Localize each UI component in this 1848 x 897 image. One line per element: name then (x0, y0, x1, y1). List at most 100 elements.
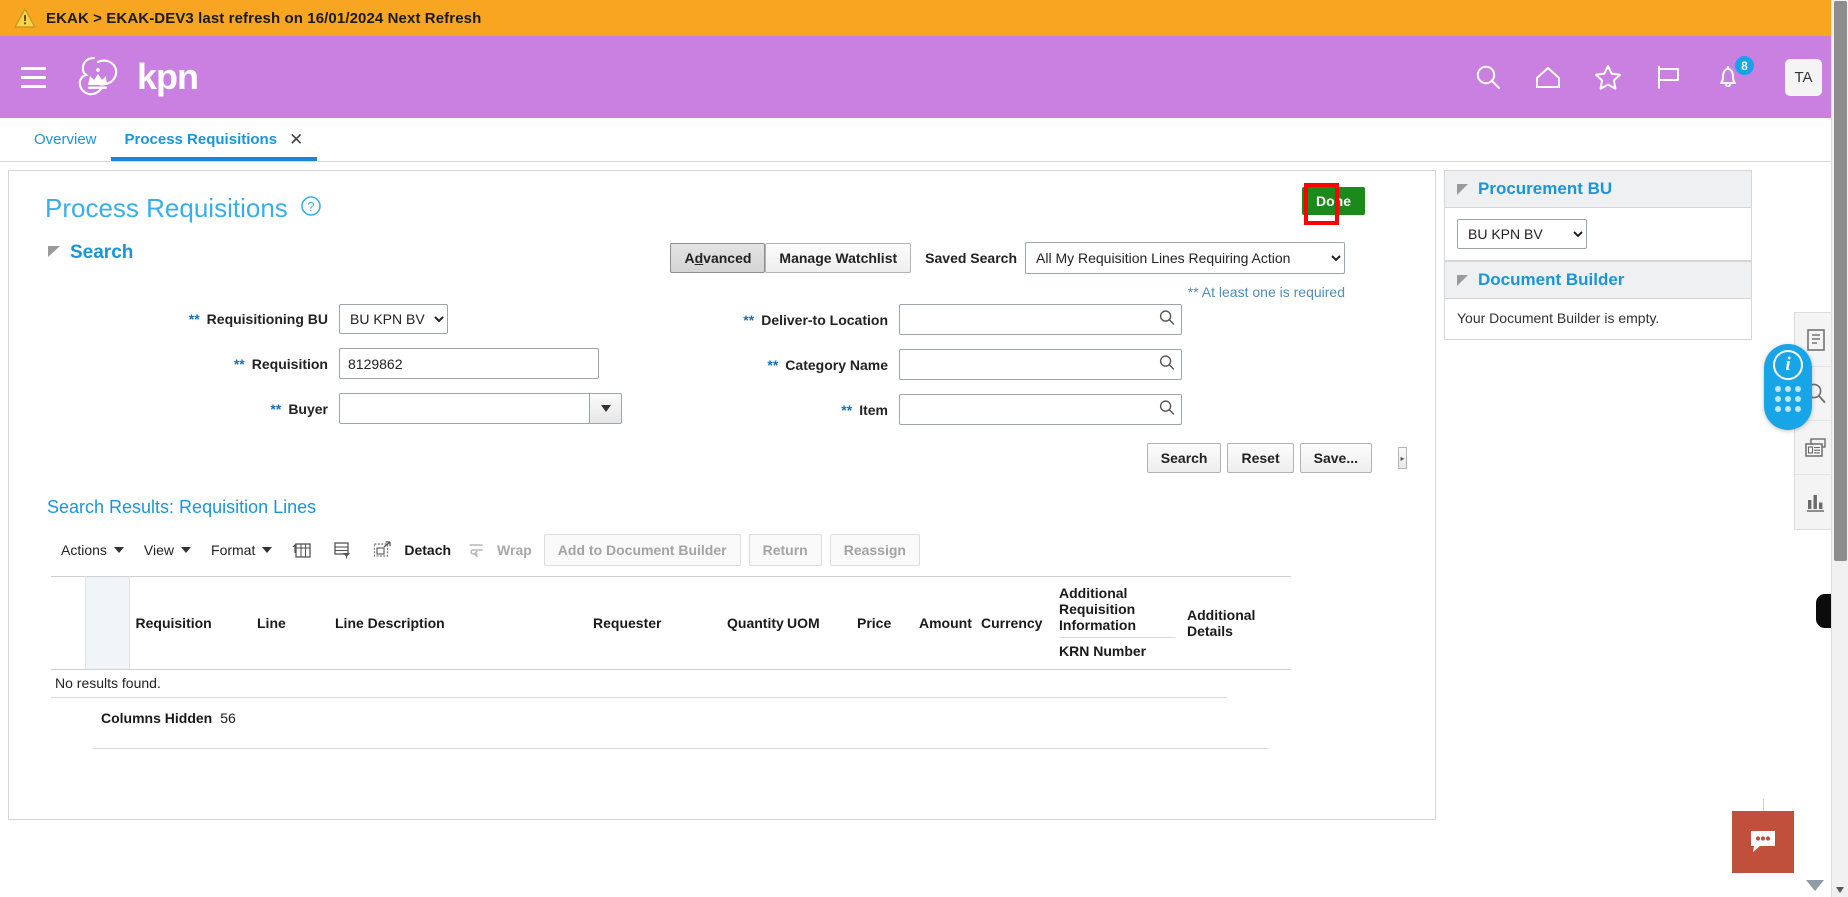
filter-icon[interactable] (322, 536, 362, 564)
flag-icon[interactable] (1651, 60, 1685, 94)
field-item: ** Item (629, 394, 1249, 425)
panel-splitter-handle[interactable]: ▸ (1398, 447, 1407, 469)
field-label: Buyer (288, 400, 328, 417)
flag-column-header (85, 576, 130, 670)
field-label: Requisitioning BU (206, 311, 328, 327)
header-icon-group: 8 TA (1471, 55, 1822, 96)
page-title-row: Process Requisitions ? Done (9, 171, 1435, 225)
manage-watchlist-button[interactable]: Manage Watchlist (765, 243, 912, 273)
columns-hidden-label: Columns Hidden (101, 710, 213, 726)
column-header-requisition[interactable]: Requisition (129, 576, 251, 670)
view-menu[interactable]: View (134, 536, 201, 564)
column-header-requester[interactable]: Requester (587, 576, 721, 670)
table-bottom-divider (93, 748, 1269, 749)
deliver-to-location-lov (899, 304, 1182, 335)
chat-connector-line (1763, 799, 1764, 811)
actions-menu-label: Actions (61, 542, 107, 558)
format-menu[interactable]: Format (201, 536, 282, 564)
search-section-header: Search Advanced Manage Watchlist Saved S… (9, 224, 1435, 274)
return-button: Return (748, 534, 822, 566)
field-category-name: ** Category Name (629, 349, 1249, 380)
help-question-icon[interactable]: ? (300, 195, 322, 222)
kpn-logo[interactable]: kpn (74, 52, 199, 102)
required-marker: ** (270, 400, 282, 417)
chevron-down-icon (113, 547, 124, 553)
info-pill[interactable]: i (1764, 344, 1812, 430)
search-disclosure-toggle[interactable]: Search (47, 242, 133, 264)
select-column-header (51, 576, 86, 670)
reset-button[interactable]: Reset (1227, 443, 1294, 473)
scrollbar-thumb[interactable] (1834, 1, 1847, 561)
search-icon[interactable] (1159, 354, 1175, 375)
item-input[interactable] (899, 394, 1182, 425)
search-icon[interactable] (1159, 399, 1175, 420)
grid-dots-icon (1775, 386, 1801, 412)
group-header-label: Additional Requisition Information (1059, 585, 1136, 633)
empty-results-message: No results found. (51, 670, 1227, 698)
chevron-down-icon (262, 547, 273, 553)
table-header-row: Requisition Line Line Description Reques… (51, 576, 1291, 670)
column-header-currency[interactable]: Currency (975, 576, 1053, 670)
buyer-dropdown-button[interactable] (589, 393, 622, 424)
search-button[interactable]: Search (1146, 443, 1222, 473)
tab-close-icon[interactable]: ✕ (289, 131, 303, 148)
search-label: Search (70, 242, 134, 263)
info-icon: i (1773, 350, 1803, 380)
chat-widget-button[interactable] (1732, 811, 1794, 873)
favorites-star-icon[interactable] (1591, 60, 1625, 94)
column-header-amount[interactable]: Amount (913, 576, 975, 670)
procurement-bu-select[interactable]: BU KPN BV (1457, 219, 1587, 249)
procurement-bu-section-header[interactable]: Procurement BU (1444, 170, 1752, 208)
column-header-uom[interactable]: UOM (781, 576, 851, 670)
notification-count-badge: 8 (1734, 55, 1755, 76)
scroll-down-triangle[interactable] (1806, 880, 1824, 891)
notifications-bell-icon[interactable]: 8 (1711, 55, 1755, 94)
home-icon[interactable] (1531, 60, 1565, 94)
actions-menu[interactable]: Actions (51, 536, 134, 564)
detach-icon[interactable] (362, 536, 402, 564)
tab-overview[interactable]: Overview (20, 118, 111, 161)
column-header-line[interactable]: Line (251, 576, 329, 670)
done-button[interactable]: Done (1302, 187, 1365, 215)
reassign-button: Reassign (829, 534, 920, 566)
document-builder-section-header[interactable]: Document Builder (1444, 261, 1752, 299)
field-label: Deliver-to Location (761, 311, 888, 328)
required-marker: ** (841, 401, 853, 418)
requisition-input[interactable] (339, 348, 599, 379)
page-vertical-scrollbar[interactable] (1831, 0, 1848, 897)
search-icon[interactable] (1159, 309, 1175, 330)
columns-hidden-info: Columns Hidden 56 (51, 698, 1435, 726)
deliver-to-location-input[interactable] (899, 304, 1182, 335)
save-search-button[interactable]: Save... (1299, 443, 1372, 473)
saved-search-select[interactable]: All My Requisition Lines Requiring Actio… (1025, 242, 1345, 274)
search-icon[interactable] (1471, 60, 1505, 94)
freeze-columns-icon[interactable] (282, 536, 322, 564)
column-header-additional-requisition-information[interactable]: Additional Requisition Information KRN N… (1053, 576, 1181, 670)
detach-button[interactable]: Detach (402, 536, 455, 564)
field-requisitioning-bu: ** Requisitioning BU BU KPN BV (9, 304, 629, 334)
column-header-line-description[interactable]: Line Description (329, 576, 587, 670)
disclosure-triangle-icon (1457, 274, 1468, 286)
results-section-title: Search Results: Requisition Lines (47, 497, 317, 517)
tab-strip: Overview Process Requisitions ✕ (0, 118, 1848, 162)
required-note: ** At least one is required (1187, 284, 1345, 300)
user-avatar[interactable]: TA (1785, 58, 1822, 96)
wrap-icon (455, 536, 495, 564)
column-header-price[interactable]: Price (851, 576, 913, 670)
tab-process-requisitions[interactable]: Process Requisitions ✕ (110, 118, 318, 161)
global-header: kpn 8 TA (0, 36, 1848, 118)
requisitioning-bu-select[interactable]: BU KPN BV (339, 304, 448, 334)
column-header-additional-details[interactable]: Additional Details (1181, 576, 1291, 670)
column-header-quantity[interactable]: Quantity (721, 576, 784, 670)
main-content-panel: Process Requisitions ? Done Search Advan… (8, 170, 1436, 820)
warning-triangle-icon (14, 8, 36, 28)
category-name-input[interactable] (899, 349, 1182, 380)
hamburger-menu-icon[interactable] (14, 58, 52, 96)
requisition-lines-table: Requisition Line Line Description Reques… (51, 576, 1291, 670)
advanced-button[interactable]: Advanced (670, 243, 766, 273)
scroll-down-arrow[interactable] (1836, 887, 1844, 893)
columns-hidden-count: 56 (220, 710, 236, 726)
search-toolbar: Advanced Manage Watchlist Saved Search A… (670, 242, 1435, 274)
buyer-input[interactable] (339, 393, 589, 424)
header-divider (1059, 637, 1175, 638)
